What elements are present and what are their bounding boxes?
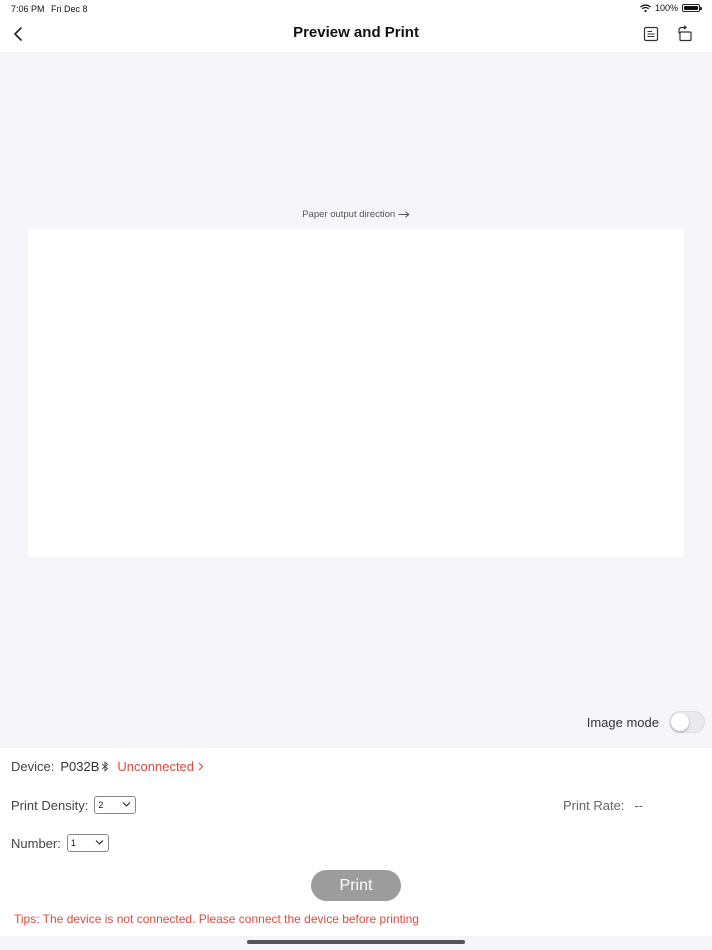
status-right-group: 100% <box>640 3 702 13</box>
device-row: Device: P032B Unconnected <box>11 759 204 774</box>
number-row: Number: 1 <box>11 834 109 852</box>
number-label: Number: <box>11 835 61 851</box>
chevron-down-icon <box>95 840 104 845</box>
print-settings-icon[interactable] <box>642 25 660 43</box>
status-bar: 7:06 PM Fri Dec 8 100% <box>0 0 712 16</box>
paper-direction-hint: Paper output direction <box>0 209 712 220</box>
print-rate: Print Rate: -- <box>563 798 643 813</box>
density-label: Print Density: <box>11 797 89 813</box>
chevron-right-icon <box>198 762 204 771</box>
number-value: 1 <box>70 838 76 848</box>
connect-device-link[interactable]: Unconnected <box>117 759 204 774</box>
density-value: 2 <box>98 800 104 810</box>
print-controls: Device: P032B Unconnected Print Density:… <box>0 748 712 936</box>
print-button[interactable]: Print <box>311 870 401 901</box>
image-mode-row: Image mode <box>587 711 705 733</box>
density-row: Print Density: 2 <box>11 796 137 814</box>
nav-bar: Preview and Print <box>0 16 712 52</box>
paper-direction-label: Paper output direction <box>302 209 396 220</box>
image-mode-label: Image mode <box>586 714 659 730</box>
chevron-down-icon <box>122 802 131 807</box>
print-rate-value: -- <box>634 798 644 813</box>
home-indicator <box>247 940 465 944</box>
device-label: Device: <box>11 759 55 774</box>
page-title: Preview and Print <box>293 24 419 41</box>
preview-area: Paper output direction Image mode <box>0 52 712 748</box>
device-name: P032B <box>60 759 100 774</box>
connection-tip: Tips: The device is not connected. Pleas… <box>14 912 419 926</box>
print-rate-label: Print Rate: <box>563 798 625 813</box>
toggle-knob <box>671 713 689 731</box>
rotate-icon[interactable] <box>676 25 694 43</box>
bluetooth-icon <box>102 761 109 772</box>
arrow-right-icon <box>398 211 410 218</box>
image-mode-toggle[interactable] <box>669 711 705 733</box>
density-select[interactable]: 2 <box>94 796 137 814</box>
battery-icon <box>682 4 702 12</box>
status-date: Fri Dec 8 <box>51 4 88 14</box>
wifi-icon <box>640 4 651 12</box>
label-preview-canvas <box>28 229 684 557</box>
battery-percent: 100% <box>654 3 678 13</box>
status-time: 7:06 PM <box>11 4 45 14</box>
number-select[interactable]: 1 <box>66 834 109 852</box>
device-status: Unconnected <box>117 759 195 774</box>
